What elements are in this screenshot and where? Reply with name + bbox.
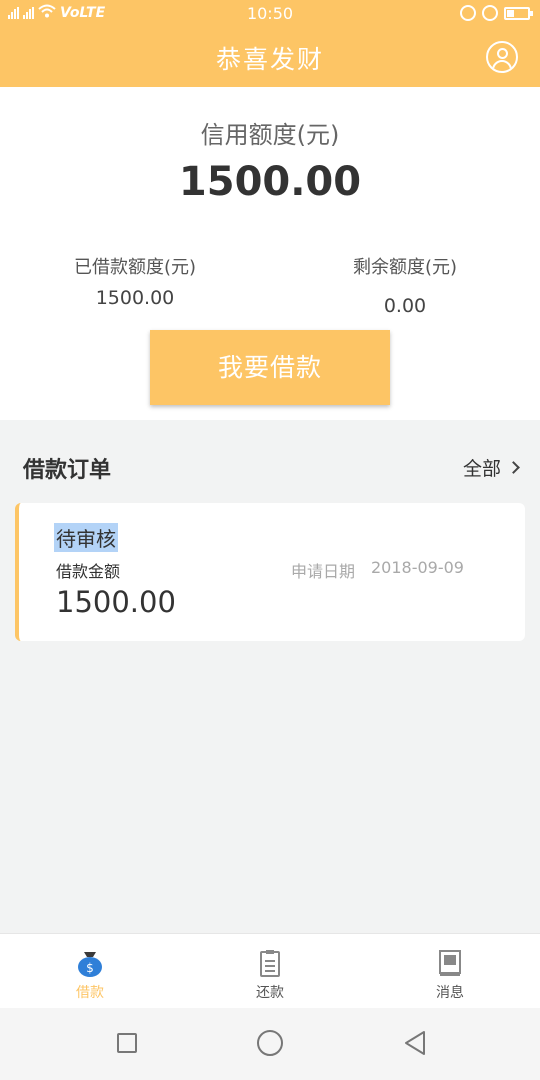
order-card[interactable]: 待审核 借款金额 申请日期 2018-09-09 1500.00 — [15, 503, 525, 641]
borrowed-value: 1500.00 — [95, 287, 175, 309]
message-icon — [439, 950, 461, 976]
credit-limit-label: 信用额度(元) — [200, 121, 340, 149]
credit-limit-amount: 1500.00 — [178, 159, 362, 205]
tab-repay[interactable]: 还款 — [180, 934, 360, 1009]
page-title: 恭喜发财 — [215, 45, 324, 74]
user-head-shape — [497, 48, 508, 59]
user-body-shape — [492, 60, 512, 71]
remaining-value: 0.00 — [383, 295, 427, 317]
view-all-link[interactable]: 全部 — [462, 454, 520, 481]
vibrate-icon — [460, 5, 476, 21]
svg-text:$: $ — [86, 961, 94, 975]
order-amount-label: 借款金额 — [56, 562, 121, 581]
orders-title: 借款订单 — [23, 458, 112, 483]
borrowed-label: 已借款额度(元) — [73, 257, 197, 278]
order-date-label: 申请日期 — [291, 562, 356, 581]
clipboard-icon — [260, 950, 280, 977]
back-icon[interactable] — [402, 1030, 428, 1056]
orders-header: 借款订单 全部 — [0, 420, 540, 505]
view-all-label: 全部 — [462, 458, 501, 480]
tab-messages-label: 消息 — [436, 985, 464, 1001]
order-status: 待审核 — [54, 523, 118, 552]
tab-borrow-label: 借款 — [76, 985, 104, 1001]
tab-messages[interactable]: 消息 — [360, 934, 540, 1009]
order-date: 2018-09-09 — [371, 558, 464, 577]
chevron-right-icon — [507, 461, 520, 474]
tab-borrow[interactable]: $ 借款 — [0, 934, 180, 1009]
user-profile-icon[interactable] — [486, 41, 518, 73]
status-bar: VoLTE 10:50 — [0, 0, 540, 28]
battery-icon — [504, 6, 533, 20]
order-amount: 1500.00 — [56, 585, 176, 619]
remaining-label: 剩余额度(元) — [352, 257, 458, 278]
app-bar: 恭喜发财 — [0, 28, 540, 87]
home-icon[interactable] — [257, 1030, 283, 1056]
status-time: 10:50 — [246, 4, 294, 23]
recent-apps-icon[interactable] — [117, 1033, 137, 1053]
borrow-button[interactable]: 我要借款 — [150, 330, 390, 405]
money-bag-icon: $ — [78, 952, 102, 977]
lock-rotation-icon — [482, 5, 498, 21]
bottom-tab-bar: $ 借款 还款 消息 — [0, 933, 540, 1008]
status-right — [460, 5, 533, 21]
tab-repay-label: 还款 — [256, 985, 284, 1001]
credit-summary: 信用额度(元) 1500.00 已借款额度(元) 1500.00 剩余额度(元)… — [0, 87, 540, 420]
system-nav-bar — [0, 1008, 540, 1080]
